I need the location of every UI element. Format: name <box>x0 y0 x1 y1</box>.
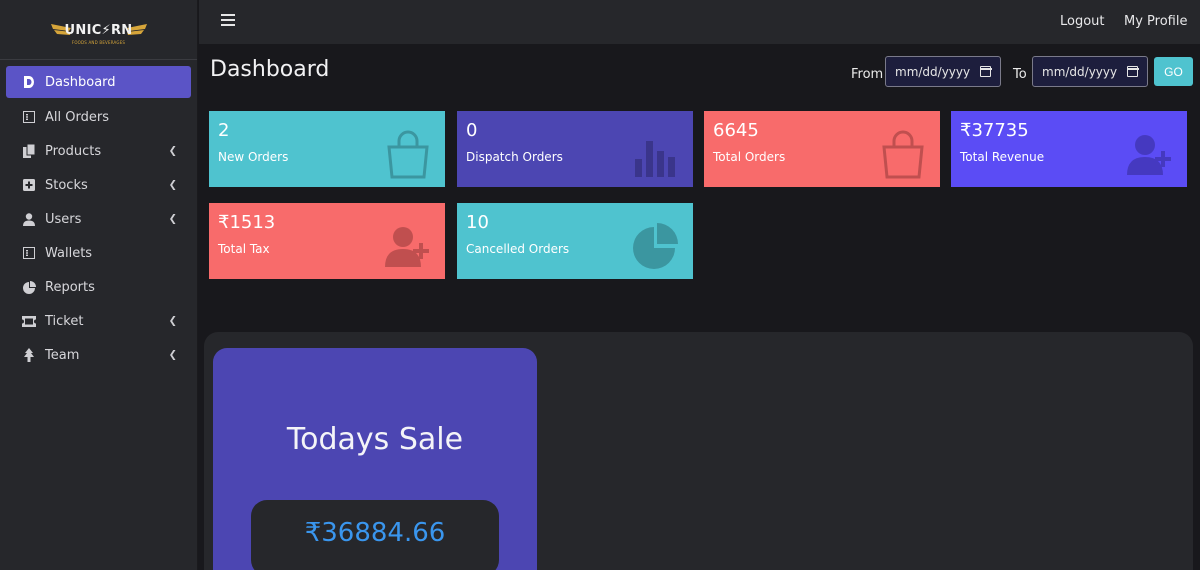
sidebar: UNIC⚡RN FOODS AND BEVERAGES Dashboard Al… <box>0 0 198 570</box>
todays-sale-amount-box: ₹36884.66 <box>251 500 499 570</box>
stat-card-total-tax[interactable]: ₹1513 Total Tax <box>209 203 445 279</box>
sidebar-item-label: Wallets <box>45 245 93 261</box>
stat-card-total-revenue[interactable]: ₹37735 Total Revenue <box>951 111 1187 187</box>
chevron-left-icon: ❮ <box>168 349 177 361</box>
topbar: Logout My Profile <box>199 0 1200 44</box>
my-profile-link[interactable]: My Profile <box>1124 14 1187 29</box>
stat-label: New Orders <box>218 150 289 164</box>
brand-logo-text: UNIC⚡RN <box>64 22 133 38</box>
logout-link[interactable]: Logout <box>1060 14 1105 29</box>
list-icon <box>22 246 36 260</box>
todays-sale-title: Todays Sale <box>286 422 464 457</box>
sidebar-item-label: All Orders <box>45 109 109 125</box>
sidebar-item-users[interactable]: Users ❮ <box>0 202 197 236</box>
from-date-input[interactable]: mm/dd/yyyy <box>885 56 1001 87</box>
pie-chart-icon <box>22 280 36 294</box>
stat-value: ₹1513 <box>218 212 276 233</box>
stat-card-total-orders[interactable]: 6645 Total Orders <box>704 111 940 187</box>
calendar-icon[interactable] <box>1126 66 1139 77</box>
user-icon <box>22 212 36 226</box>
copy-icon <box>22 144 36 158</box>
to-label: To <box>1013 67 1027 82</box>
sidebar-item-team[interactable]: Team ❮ <box>0 338 197 372</box>
sidebar-item-label: Ticket <box>45 313 84 329</box>
shopping-bag-icon <box>882 130 924 179</box>
dashboard-icon <box>22 75 36 89</box>
todays-sale-card: Todays Sale ₹36884.66 <box>213 348 537 570</box>
brand-logo-subtitle: FOODS AND BEVERAGES <box>71 39 126 45</box>
sidebar-item-products[interactable]: Products ❮ <box>0 134 197 168</box>
brand-logo[interactable]: UNIC⚡RN FOODS AND BEVERAGES <box>49 10 149 50</box>
sidebar-item-label: Users <box>45 211 82 227</box>
stat-card-new-orders[interactable]: 2 New Orders <box>209 111 445 187</box>
stat-card-cancelled-orders[interactable]: 10 Cancelled Orders <box>457 203 693 279</box>
brand: UNIC⚡RN FOODS AND BEVERAGES <box>0 0 197 60</box>
ticket-icon <box>22 314 36 328</box>
tree-icon <box>22 348 36 362</box>
stat-label: Total Revenue <box>960 150 1045 164</box>
user-plus-icon <box>385 227 429 267</box>
stat-value: 0 <box>466 120 478 141</box>
chevron-left-icon: ❮ <box>168 315 177 327</box>
from-date-placeholder: mm/dd/yyyy <box>895 64 971 79</box>
sidebar-item-reports[interactable]: Reports <box>0 270 197 304</box>
sidebar-item-dashboard[interactable]: Dashboard <box>6 66 191 98</box>
go-button[interactable]: GO <box>1154 57 1193 86</box>
stat-value: 10 <box>466 212 489 233</box>
stat-label: Total Orders <box>713 150 786 164</box>
sidebar-item-wallets[interactable]: Wallets <box>0 236 197 270</box>
to-date-placeholder: mm/dd/yyyy <box>1042 64 1118 79</box>
stat-value: ₹37735 <box>960 120 1029 141</box>
shopping-bag-icon <box>387 130 429 179</box>
from-label: From <box>851 67 884 82</box>
sidebar-item-label: Products <box>45 143 102 159</box>
sidebar-item-label: Dashboard <box>45 74 116 90</box>
sidebar-nav: Dashboard All Orders Products ❮ Stocks ❮ <box>0 60 197 372</box>
plus-square-icon <box>22 178 36 192</box>
sidebar-item-ticket[interactable]: Ticket ❮ <box>0 304 197 338</box>
calendar-icon[interactable] <box>979 66 992 77</box>
page-title: Dashboard <box>210 57 330 82</box>
stat-label: Total Tax <box>218 242 270 256</box>
hamburger-menu-icon[interactable] <box>221 14 235 26</box>
sidebar-item-label: Team <box>45 347 80 363</box>
user-plus-icon <box>1127 135 1171 175</box>
stat-value: 6645 <box>713 120 759 141</box>
chevron-left-icon: ❮ <box>168 145 177 157</box>
todays-sale-amount: ₹36884.66 <box>304 518 446 548</box>
to-date-input[interactable]: mm/dd/yyyy <box>1032 56 1148 87</box>
stat-card-dispatch-orders[interactable]: 0 Dispatch Orders <box>457 111 693 187</box>
list-icon <box>22 110 36 124</box>
sidebar-item-all-orders[interactable]: All Orders <box>0 100 197 134</box>
chevron-left-icon: ❮ <box>168 179 177 191</box>
sidebar-item-label: Reports <box>45 279 95 295</box>
stat-label: Dispatch Orders <box>466 150 563 164</box>
stat-value: 2 <box>218 120 230 141</box>
chevron-left-icon: ❮ <box>168 213 177 225</box>
sidebar-item-stocks[interactable]: Stocks ❮ <box>0 168 197 202</box>
pie-chart-icon <box>633 223 678 269</box>
sidebar-item-label: Stocks <box>45 177 88 193</box>
stat-label: Cancelled Orders <box>466 242 570 256</box>
bar-chart-icon <box>635 141 675 177</box>
